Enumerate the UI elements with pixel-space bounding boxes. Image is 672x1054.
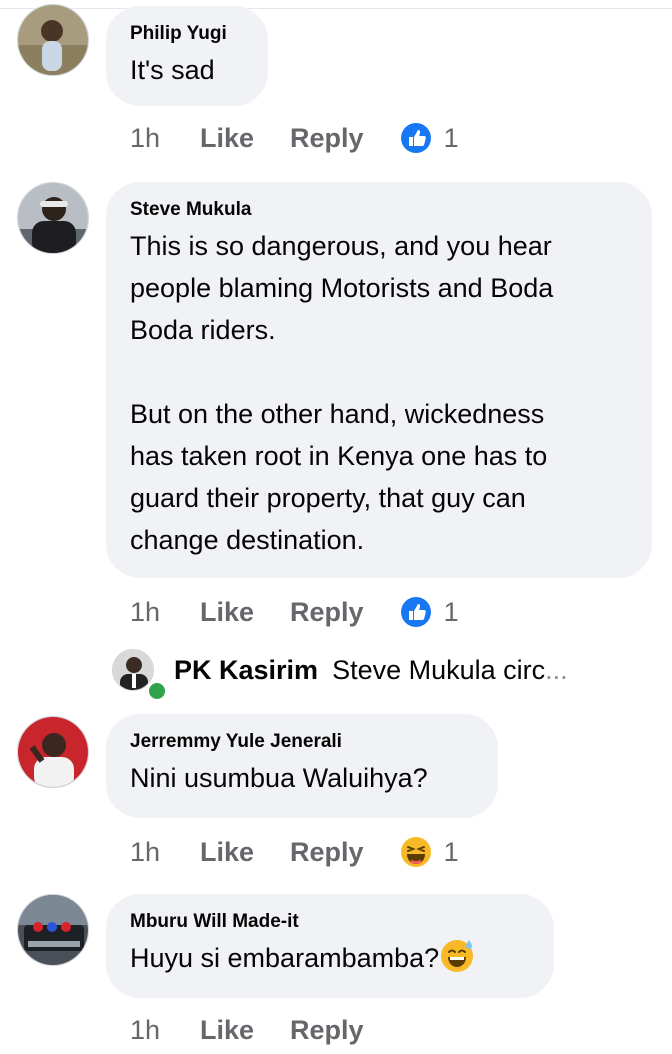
like-icon (400, 123, 431, 153)
avatar[interactable] (17, 716, 89, 788)
comment-author[interactable]: Philip Yugi (130, 23, 244, 45)
sweat-smile-emoji-icon (441, 940, 474, 972)
reaction-summary[interactable]: 1 (400, 122, 459, 154)
comment-bubble: Mburu Will Made-it Huyu si embarambamba? (106, 894, 554, 998)
comment-time[interactable]: 1h (130, 123, 200, 154)
comment-actions: 1h Like Reply (130, 1010, 400, 1050)
comment-text-body: Huyu si embarambamba? (130, 943, 440, 973)
comment-author[interactable]: Steve Mukula (130, 199, 628, 221)
reply-button[interactable]: Reply (290, 597, 364, 628)
reaction-count: 1 (443, 596, 459, 627)
comment-author[interactable]: Mburu Will Made-it (130, 911, 530, 933)
like-button[interactable]: Like (200, 123, 254, 154)
online-status-dot (146, 680, 168, 702)
comment-text: Huyu si embarambamba? (130, 937, 530, 979)
comment-actions: 1h Like Reply 1 (130, 118, 459, 158)
comment-actions: 1h Like Reply 1 (130, 592, 459, 632)
like-button[interactable]: Like (200, 1015, 254, 1046)
comment-text: It's sad (130, 55, 215, 85)
comment-author[interactable]: Jerremmy Yule Jenerali (130, 731, 474, 753)
like-button[interactable]: Like (200, 837, 254, 868)
avatar[interactable] (17, 182, 89, 254)
reply-button[interactable]: Reply (290, 837, 364, 868)
comment-text: Nini usumbua Waluihya? (130, 763, 428, 793)
reply-snippet: Steve Mukula circ... (332, 655, 568, 686)
reaction-summary[interactable]: 1 (400, 596, 459, 628)
comment-actions: 1h Like Reply 1 (130, 832, 459, 872)
avatar[interactable] (17, 894, 89, 966)
reaction-count: 1 (443, 122, 459, 153)
comment-time[interactable]: 1h (130, 1015, 200, 1046)
reaction-count: 1 (443, 836, 459, 867)
reply-preview[interactable]: PK Kasirim Steve Mukula circ... (112, 648, 568, 692)
reaction-summary[interactable]: 1 (400, 836, 459, 868)
top-divider (0, 8, 672, 9)
ellipsis: ... (545, 654, 568, 685)
reply-button[interactable]: Reply (290, 1015, 364, 1046)
laughing-emoji-icon (400, 837, 431, 867)
reply-author[interactable]: PK Kasirim (174, 655, 318, 686)
comment-time[interactable]: 1h (130, 837, 200, 868)
like-icon (400, 597, 431, 627)
comment-bubble: Steve Mukula This is so dangerous, and y… (106, 182, 652, 578)
reply-snippet-text: Steve Mukula circ (332, 654, 546, 685)
like-button[interactable]: Like (200, 597, 254, 628)
comment-text: This is so dangerous, and you hear peopl… (130, 231, 554, 555)
comment-time[interactable]: 1h (130, 597, 200, 628)
comment-bubble: Philip Yugi It's sad (106, 6, 268, 106)
reply-button[interactable]: Reply (290, 123, 364, 154)
avatar[interactable] (17, 4, 89, 76)
comment-bubble: Jerremmy Yule Jenerali Nini usumbua Walu… (106, 714, 498, 818)
